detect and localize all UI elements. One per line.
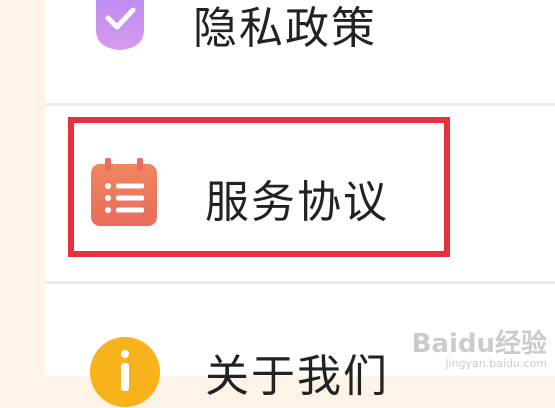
menu-item-privacy-policy[interactable]: 隐私政策 <box>45 0 555 102</box>
info-icon <box>90 337 160 407</box>
check-shield-icon <box>96 0 144 50</box>
watermark-url: jingyan.baidu.com <box>445 357 547 370</box>
menu-item-label: 关于我们 <box>205 351 389 402</box>
highlight-box <box>68 117 450 257</box>
watermark: Baidu经验 jingyan.baidu.com <box>412 330 547 370</box>
menu-item-label: 隐私政策 <box>193 3 377 54</box>
watermark-brand: Baidu经验 <box>411 329 547 359</box>
